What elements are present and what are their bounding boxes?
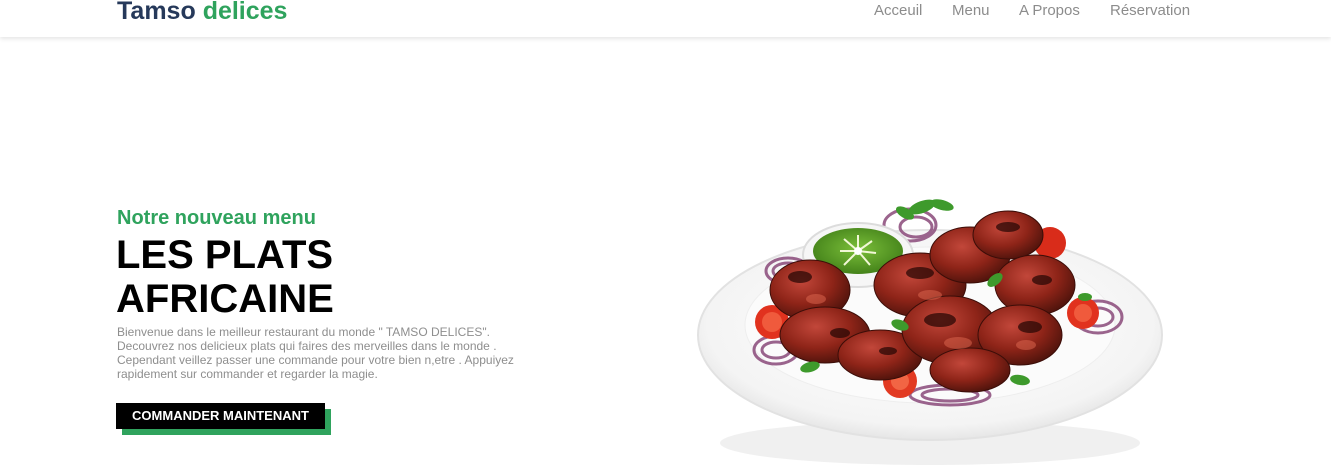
site-header: Tamso delices Acceuil Menu A Propos Rése… [0, 0, 1331, 37]
main-nav: Acceuil Menu A Propos Réservation [0, 2, 1331, 22]
hero-kicker: Notre nouveau menu [117, 207, 316, 229]
hero-dish-image [690, 185, 1170, 469]
hero-title-line-1: LES PLATS [116, 233, 334, 277]
nav-link-a-propos[interactable]: A Propos [1019, 2, 1080, 20]
order-now-button[interactable]: COMMANDER MAINTENANT [116, 403, 325, 429]
nav-link-menu[interactable]: Menu [952, 2, 990, 20]
hero-title: LES PLATS AFRICAINE [116, 233, 516, 321]
nav-link-acceuil[interactable]: Acceuil [874, 2, 922, 20]
nav-link-reservation[interactable]: Réservation [1110, 2, 1190, 20]
hero-title-line-2: AFRICAINE [116, 277, 334, 321]
cta-wrapper: COMMANDER MAINTENANT [116, 403, 332, 436]
grilled-chicken-plate-illustration [697, 199, 1163, 465]
hero-description: Bienvenue dans le meilleur restaurant du… [117, 325, 514, 381]
